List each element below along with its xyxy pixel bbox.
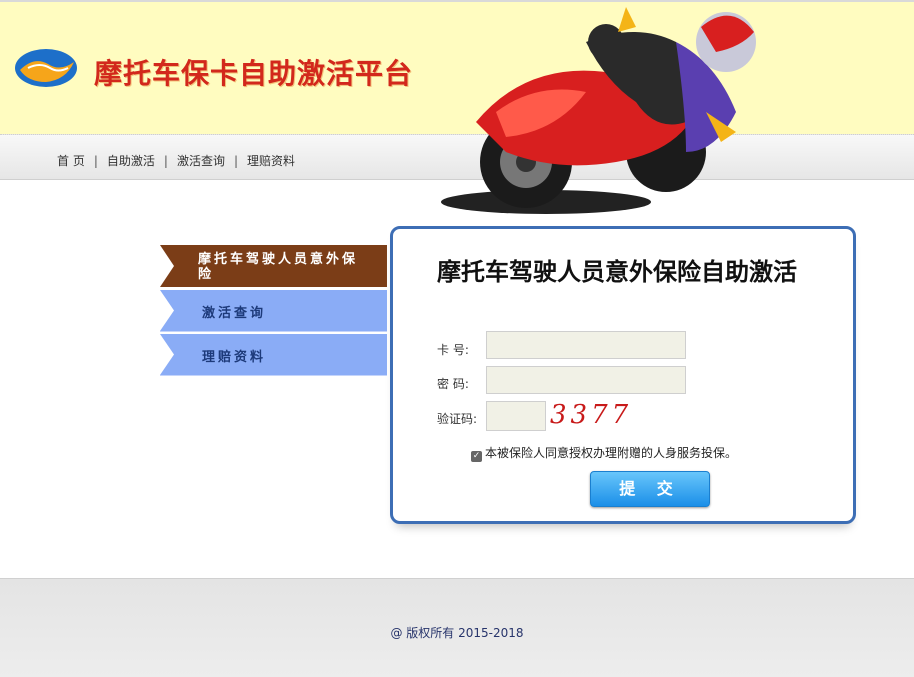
sidebar-item-claim-docs[interactable]: 理赔资料 bbox=[160, 334, 387, 376]
motorcycle-racer-illustration bbox=[441, 7, 756, 214]
nav-separator: | bbox=[93, 154, 98, 168]
copyright-text: @ 版权所有 2015-2018 bbox=[390, 626, 524, 640]
card-number-field[interactable] bbox=[486, 331, 686, 359]
captcha-field[interactable] bbox=[486, 401, 546, 431]
captcha-label: 验证码: bbox=[437, 412, 478, 426]
sidebar-item-activation-query[interactable]: 激活查询 bbox=[160, 290, 387, 332]
sidebar-item-label: 理赔资料 bbox=[202, 350, 267, 365]
checkbox-checked-icon[interactable]: ✓ bbox=[471, 451, 482, 462]
nav-item-home[interactable]: 首 页 bbox=[57, 154, 85, 168]
activation-form-panel: 摩托车驾驶人员意外保险自助激活 卡 号: 密 码: 验证码: 3377 ✓ 本被保… bbox=[390, 226, 856, 524]
nav-menu: 首 页 | 自助激活 | 激活查询 | 理赔资料 bbox=[57, 152, 295, 169]
handshake-logo-icon bbox=[15, 49, 77, 87]
chevron-right-icon bbox=[160, 245, 174, 287]
nav-item-self-activate[interactable]: 自助激活 bbox=[107, 154, 155, 168]
chevron-right-icon bbox=[160, 290, 174, 331]
nav-item-claim-docs[interactable]: 理赔资料 bbox=[247, 154, 295, 168]
form-title: 摩托车驾驶人员意外保险自助激活 bbox=[437, 258, 797, 286]
nav-separator: | bbox=[233, 154, 238, 168]
chevron-right-icon bbox=[160, 334, 174, 375]
footer: @ 版权所有 2015-2018 bbox=[0, 578, 914, 677]
captcha-image[interactable]: 3377 bbox=[550, 400, 638, 432]
agree-checkbox-row[interactable]: ✓ 本被保险人同意授权办理附赠的人身服务投保。 bbox=[471, 444, 737, 462]
agree-text: 本被保险人同意授权办理附赠的人身服务投保。 bbox=[485, 446, 738, 460]
password-field[interactable] bbox=[486, 366, 686, 394]
sidebar-item-motorcycle-insurance[interactable]: 摩托车驾驶人员意外保险 bbox=[160, 245, 387, 287]
site-title: 摩托车保卡自助激活平台 bbox=[94, 57, 414, 90]
submit-button[interactable]: 提 交 bbox=[590, 471, 710, 507]
nav-separator: | bbox=[163, 154, 168, 168]
password-label: 密 码: bbox=[437, 377, 469, 391]
nav-item-activation-query[interactable]: 激活查询 bbox=[177, 154, 225, 168]
sidebar-item-label: 摩托车驾驶人员意外保险 bbox=[198, 252, 359, 282]
card-number-label: 卡 号: bbox=[437, 343, 469, 357]
sidebar-item-label: 激活查询 bbox=[202, 306, 267, 321]
